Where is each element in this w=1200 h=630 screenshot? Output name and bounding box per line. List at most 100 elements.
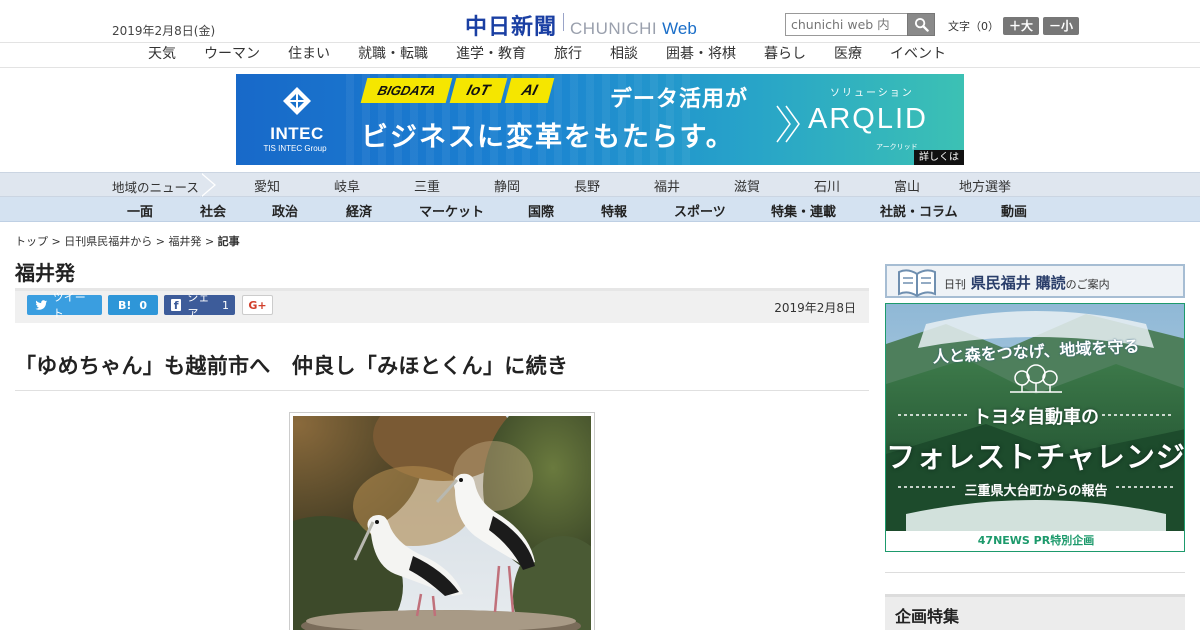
region-nav-arrow-fill [200, 173, 214, 197]
service-nav-item[interactable]: 進学・教育 [456, 43, 526, 67]
facebook-label: シェア [187, 291, 210, 320]
service-nav-item[interactable]: ウーマン [204, 43, 260, 67]
category-nav-item[interactable]: 特報 [601, 201, 627, 220]
category-nav: 一面 社会 政治 経済 マーケット 国際 特報 スポーツ 特集・連載 社説・コラ… [0, 197, 1200, 222]
logo-text-jp: 中日新聞 [465, 14, 558, 40]
hatena-count: 0 [139, 298, 148, 312]
search-input[interactable] [785, 13, 907, 36]
stork-photo[interactable] [243, 376, 623, 630]
category-nav-item[interactable]: 社会 [200, 201, 226, 220]
newspaper-icon [898, 269, 936, 298]
region-nav-item[interactable]: 静岡 [494, 176, 520, 195]
subscribe-small: 日刊 [944, 278, 966, 291]
banner-ad[interactable]: INTEC TIS INTEC Group BIGDATA IoT AI データ… [236, 74, 964, 165]
banner-product-kana: アークリッド [876, 143, 918, 151]
tweet-label: ツイート [52, 291, 86, 320]
region-nav-item[interactable]: 愛知 [254, 176, 280, 195]
logo-text-en: CHUNICHI [570, 19, 658, 38]
service-nav-item[interactable]: イベント [890, 43, 946, 67]
banner-tags: BIGDATA IoT AI [360, 78, 555, 103]
breadcrumb-link[interactable]: トップ [15, 235, 48, 248]
category-nav-item[interactable]: 特集・連載 [771, 201, 836, 220]
category-nav-item[interactable]: 一面 [127, 201, 153, 220]
font-size-label: 文字（0） [948, 20, 999, 33]
region-nav-item[interactable]: 三重 [414, 176, 440, 195]
banner-headline-1: データ活用が [610, 87, 749, 112]
banner-product-name: ARQLID [808, 103, 928, 135]
region-nav-item[interactable]: 福井 [654, 176, 680, 195]
region-nav-item[interactable]: 富山 [894, 176, 920, 195]
hatena-icon: B! [118, 298, 132, 312]
logo-text-web: Web [662, 19, 697, 38]
subscribe-banner[interactable]: 日刊 県民福井 購読のご案内 [885, 264, 1185, 298]
region-nav-item[interactable]: 長野 [574, 176, 600, 195]
service-nav-item[interactable]: 暮らし [764, 43, 806, 67]
service-nav-item[interactable]: 旅行 [554, 43, 582, 67]
site-header: 2019年2月8日(金) 中日新聞 CHUNICHI Web 文字（0） ＋大 … [0, 0, 1200, 43]
site-search [785, 13, 935, 36]
banner-more-link[interactable]: 詳しくは [914, 150, 964, 165]
forest-ad-footer: 47NEWS PR特別企画 [886, 531, 1184, 551]
site-logo[interactable]: 中日新聞 CHUNICHI Web [465, 9, 697, 40]
subscribe-buy: 購読 [1035, 274, 1066, 292]
region-nav-item[interactable]: 地方選挙 [959, 176, 1011, 195]
category-nav-item[interactable]: スポーツ [674, 201, 726, 220]
search-icon [914, 17, 929, 32]
headline-divider [15, 390, 869, 391]
google-plus-button[interactable]: G+ [242, 295, 273, 315]
article-date: 2019年2月8日 [774, 301, 856, 315]
breadcrumb-separator: > [51, 235, 61, 248]
banner-tag: AI [504, 78, 555, 103]
twitter-icon [35, 299, 48, 310]
google-plus-icon: G+ [248, 298, 267, 312]
service-nav-item[interactable]: 相談 [610, 43, 638, 67]
forest-ad-subtitle: トヨタ自動車の [973, 407, 1099, 428]
hatena-bookmark-button[interactable]: B! 0 [108, 295, 158, 315]
feature-section-title: 企画特集 [895, 607, 960, 626]
forest-ad-report: 三重県大台町からの報告 [964, 484, 1108, 499]
breadcrumb-current: 記事 [217, 235, 240, 248]
facebook-share-button[interactable]: f シェア 1 [164, 291, 235, 320]
breadcrumb-link[interactable]: 福井発 [168, 235, 201, 248]
category-nav-item[interactable]: 国際 [528, 201, 554, 220]
article-headline: 「ゆめちゃん」も越前市へ 仲良し「みほとくん」に続き [15, 354, 569, 378]
service-nav-item[interactable]: 医療 [834, 43, 862, 67]
breadcrumb: トップ > 日刊県民福井から > 福井発 > 記事 [15, 233, 240, 249]
subscribe-rest: のご案内 [1065, 278, 1110, 291]
tweet-button[interactable]: ツイート [27, 291, 102, 320]
banner-solution-label: ソリューション [830, 88, 914, 99]
service-nav: 天気 ウーマン 住まい 就職・転職 進学・教育 旅行 相談 囲碁・将棋 暮らし … [0, 43, 1200, 68]
banner-tag: IoT [449, 78, 508, 103]
intec-mark-icon [283, 87, 311, 115]
region-nav-item[interactable]: 岐阜 [334, 176, 360, 195]
intec-logo: INTEC TIS INTEC Group [263, 86, 330, 153]
font-larger-button[interactable]: ＋大 [1003, 17, 1040, 35]
category-nav-item[interactable]: 政治 [272, 201, 298, 220]
region-nav-label: 地域のニュース [112, 180, 199, 195]
header-date: 2019年2月8日(金) [112, 24, 216, 38]
sidebar-forest-ad[interactable]: 人と森をつなげ、地域を守る トヨタ自動車の フォレストチャレンジ 三重県大台町か… [885, 303, 1185, 552]
font-size-control: 文字（0） ＋大 －小 [948, 17, 1080, 35]
facebook-icon: f [171, 299, 182, 312]
service-nav-item[interactable]: 天気 [148, 43, 176, 67]
breadcrumb-link[interactable]: 日刊県民福井から [64, 235, 152, 248]
category-nav-item[interactable]: 動画 [1001, 201, 1027, 220]
service-nav-item[interactable]: 就職・転職 [358, 43, 428, 67]
region-nav-item[interactable]: 石川 [814, 176, 840, 195]
service-nav-item[interactable]: 住まい [288, 43, 330, 67]
facebook-count: 1 [222, 298, 229, 312]
region-nav-item[interactable]: 滋賀 [734, 176, 760, 195]
search-button[interactable] [907, 13, 935, 36]
category-nav-item[interactable]: 社説・コラム [880, 201, 958, 220]
subscribe-text: 日刊 県民福井 購読のご案内 [944, 272, 1110, 293]
logo-divider [563, 13, 565, 31]
font-smaller-button[interactable]: －小 [1043, 17, 1080, 35]
service-nav-item[interactable]: 囲碁・将棋 [666, 43, 736, 67]
article-photo-frame [243, 376, 623, 630]
subscribe-paper-name: 県民福井 [970, 274, 1031, 292]
category-nav-item[interactable]: マーケット [419, 201, 484, 220]
intec-brand: INTEC [270, 124, 324, 143]
banner-tag: BIGDATA [360, 78, 453, 103]
category-nav-item[interactable]: 経済 [346, 201, 372, 220]
sidebar-divider [885, 572, 1185, 573]
